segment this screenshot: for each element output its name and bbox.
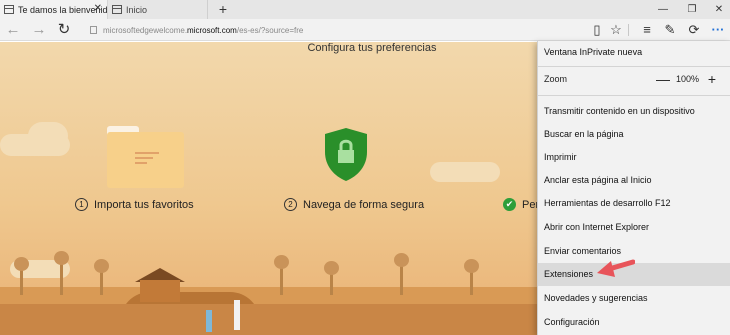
tab-label: Inicio	[126, 4, 148, 15]
cloud-decoration	[430, 162, 500, 182]
forward-icon[interactable]: →	[30, 21, 48, 39]
url-host: microsoft.com	[187, 25, 237, 35]
page-icon	[4, 5, 14, 14]
tab-strip: Te damos la bienvenida ✕ Inicio + — ❐ ✕	[0, 0, 730, 19]
more-actions-icon[interactable]: ···	[709, 21, 727, 39]
restore-button[interactable]: ❐	[681, 0, 703, 19]
tree-decoration	[394, 253, 409, 295]
zoom-in-button[interactable]: +	[704, 68, 720, 90]
reading-view-icon[interactable]: ▯	[588, 21, 606, 39]
more-actions-menu: Ventana InPrivate nueva Zoom — 100% + Tr…	[537, 41, 730, 335]
hub-icon[interactable]: ≡	[638, 21, 656, 39]
tree-decoration	[324, 261, 339, 295]
menu-item-open-internet-explorer[interactable]: Abrir con Internet Explorer	[538, 216, 730, 239]
zoom-level: 100%	[676, 74, 700, 84]
address-bar[interactable]: microsoftedgewelcome. microsoft.com /es-…	[90, 22, 580, 38]
zoom-out-button[interactable]: —	[655, 68, 671, 90]
zoom-label: Zoom	[544, 74, 568, 84]
pointer-arrow-icon	[597, 259, 635, 277]
zoom-control: Zoom — 100% +	[538, 68, 730, 91]
folder-icon	[107, 132, 184, 188]
refresh-icon[interactable]: ↻	[55, 21, 73, 39]
menu-item-find-on-page[interactable]: Buscar en la página	[538, 123, 730, 146]
menu-item-print[interactable]: Imprimir	[538, 146, 730, 169]
favorite-star-icon[interactable]: ☆	[607, 21, 625, 39]
person-illustration	[234, 300, 240, 330]
url-rest: /es-es/?source=fre	[236, 25, 304, 35]
web-note-icon[interactable]: ✎	[661, 21, 679, 39]
tab-welcome[interactable]: Te damos la bienvenida ✕	[0, 0, 108, 19]
tab-inicio[interactable]: Inicio	[108, 0, 208, 19]
back-icon[interactable]: ←	[4, 21, 22, 39]
new-tab-button[interactable]: +	[215, 0, 231, 19]
menu-divider	[538, 95, 730, 96]
step-number: 2	[284, 198, 297, 211]
step-label: Navega de forma segura	[303, 198, 425, 211]
minimize-button[interactable]: —	[652, 0, 674, 19]
step-browse-safely[interactable]: 2 Navega de forma segura	[284, 198, 424, 211]
page-icon	[112, 5, 122, 14]
tree-decoration	[464, 259, 479, 295]
close-window-button[interactable]: ✕	[708, 0, 730, 19]
landscape-foreground	[0, 304, 537, 335]
house-illustration	[140, 280, 180, 302]
menu-item-whats-new[interactable]: Novedades y sugerencias	[538, 287, 730, 310]
share-icon[interactable]: ⟳	[685, 21, 703, 39]
step-import-favorites[interactable]: 1 Importa tus favoritos	[75, 198, 194, 211]
menu-item-cast[interactable]: Transmitir contenido en un dispositivo	[538, 100, 730, 123]
page-info-icon	[90, 26, 97, 34]
person-illustration	[206, 310, 212, 332]
step-label: Per	[522, 198, 537, 211]
step-label: Importa tus favoritos	[94, 198, 194, 211]
tree-decoration	[274, 255, 289, 295]
close-tab-icon[interactable]: ✕	[94, 3, 102, 14]
checkmark-icon: ✔	[503, 198, 516, 211]
welcome-page: Configura tus preferencias 1 Importa tus…	[0, 42, 537, 335]
menu-divider	[538, 66, 730, 67]
tree-decoration	[94, 259, 109, 295]
step-number: 1	[75, 198, 88, 211]
step-personalize[interactable]: ✔ Per	[503, 198, 537, 211]
url-path: microsoftedgewelcome.	[103, 25, 188, 35]
menu-item-pin-to-start[interactable]: Anclar esta página al Inicio	[538, 169, 730, 192]
address-toolbar: ← → ↻ microsoftedgewelcome. microsoft.co…	[0, 19, 730, 41]
tree-decoration	[14, 257, 29, 295]
page-title: Configura tus preferencias	[307, 42, 437, 54]
cloud-decoration	[28, 122, 68, 150]
menu-item-developer-tools[interactable]: Herramientas de desarrollo F12	[538, 192, 730, 215]
menu-item-settings[interactable]: Configuración	[538, 311, 730, 334]
shield-lock-icon	[325, 128, 367, 181]
menu-item-new-inprivate-window[interactable]: Ventana InPrivate nueva	[538, 41, 730, 64]
toolbar-divider	[628, 24, 629, 36]
tree-decoration	[54, 251, 69, 295]
